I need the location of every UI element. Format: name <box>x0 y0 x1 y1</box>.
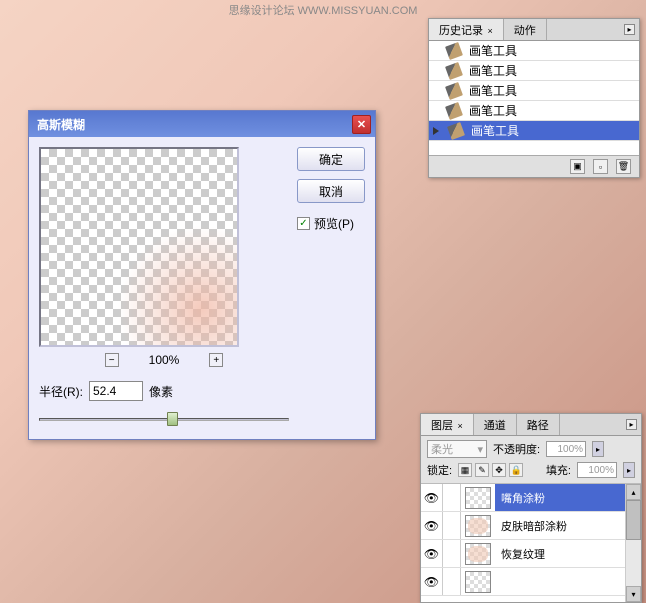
scroll-thumb[interactable] <box>626 500 641 540</box>
layer-name[interactable]: 嘴角涂粉 <box>495 484 641 511</box>
layers-panel: 图层 × 通道 路径 ▸ 柔光▾ 不透明度: ▸ 锁定: ▦ ✎ ✥ 🔒 填充:… <box>420 413 642 603</box>
gaussian-blur-dialog: 高斯模糊 ✕ − 100% + 半径(R): 像素 确定 取消 <box>28 110 376 440</box>
layers-tabs: 图层 × 通道 路径 ▸ <box>421 414 641 436</box>
cancel-button[interactable]: 取消 <box>297 179 365 203</box>
radius-slider[interactable] <box>39 411 289 429</box>
lock-image-icon[interactable]: ✎ <box>475 463 489 477</box>
tab-channels[interactable]: 通道 <box>474 414 517 435</box>
visibility-toggle[interactable]: 👁 <box>421 540 443 567</box>
slider-thumb[interactable] <box>167 412 178 426</box>
history-item[interactable]: 画笔工具 <box>429 41 639 61</box>
dialog-title: 高斯模糊 <box>37 116 85 133</box>
tab-paths[interactable]: 路径 <box>517 414 560 435</box>
lock-transparency-icon[interactable]: ▦ <box>458 463 472 477</box>
layer-thumbnail[interactable] <box>465 487 491 509</box>
layers-list: 👁 嘴角涂粉 👁 皮肤暗部涂粉 👁 恢复纹理 👁 <box>421 484 641 602</box>
link-column[interactable] <box>443 512 461 539</box>
layer-thumbnail[interactable] <box>465 571 491 593</box>
zoom-in-button[interactable]: + <box>209 353 223 367</box>
visibility-toggle[interactable]: 👁 <box>421 512 443 539</box>
brush-icon <box>445 82 463 100</box>
layers-options: 柔光▾ 不透明度: ▸ 锁定: ▦ ✎ ✥ 🔒 填充: ▸ <box>421 436 641 484</box>
snapshot-icon[interactable]: ▣ <box>570 159 585 174</box>
layer-item[interactable]: 👁 皮肤暗部涂粉 <box>421 512 641 540</box>
preview-checkbox-label: 预览(P) <box>314 215 354 232</box>
lock-position-icon[interactable]: ✥ <box>492 463 506 477</box>
layers-scrollbar[interactable]: ▴ ▾ <box>625 484 641 602</box>
layer-name[interactable] <box>495 568 641 595</box>
history-panel: 历史记录 × 动作 ▸ 画笔工具 画笔工具 画笔工具 画笔工具 画笔工具 ▣ ▫… <box>428 18 640 178</box>
preview-content <box>117 225 237 345</box>
panel-menu-button[interactable]: ▸ <box>624 24 635 35</box>
layer-name[interactable]: 恢复纹理 <box>495 540 641 567</box>
zoom-out-button[interactable]: − <box>105 353 119 367</box>
radius-input[interactable] <box>89 381 143 401</box>
zoom-level: 100% <box>149 353 180 367</box>
lock-label: 锁定: <box>427 462 452 478</box>
fill-input[interactable] <box>577 462 617 478</box>
history-list: 画笔工具 画笔工具 画笔工具 画笔工具 画笔工具 <box>429 41 639 155</box>
history-pointer-icon <box>433 127 439 135</box>
tab-actions[interactable]: 动作 <box>504 19 547 40</box>
slider-track <box>39 418 289 421</box>
history-item[interactable]: 画笔工具 <box>429 81 639 101</box>
layer-item[interactable]: 👁 嘴角涂粉 <box>421 484 641 512</box>
panel-menu-button[interactable]: ▸ <box>626 419 637 430</box>
brush-icon <box>445 62 463 80</box>
watermark-text: 思缘设计论坛 WWW.MISSYUAN.COM <box>229 2 418 18</box>
preview-checkbox[interactable]: ✓ <box>297 217 310 230</box>
lock-all-icon[interactable]: 🔒 <box>509 463 523 477</box>
link-column[interactable] <box>443 568 461 595</box>
preview-canvas[interactable] <box>39 147 239 347</box>
opacity-label: 不透明度: <box>493 441 540 457</box>
fill-arrow[interactable]: ▸ <box>623 462 635 478</box>
layer-item[interactable]: 👁 恢复纹理 <box>421 540 641 568</box>
new-state-icon[interactable]: ▫ <box>593 159 608 174</box>
visibility-toggle[interactable]: 👁 <box>421 484 443 511</box>
dialog-titlebar[interactable]: 高斯模糊 ✕ <box>29 111 375 137</box>
layer-name[interactable]: 皮肤暗部涂粉 <box>495 512 641 539</box>
dialog-body: − 100% + 半径(R): 像素 确定 取消 ✓ 预览(P) <box>29 137 375 439</box>
radius-label: 半径(R): <box>39 383 83 400</box>
trash-icon[interactable]: 🗑 <box>616 159 631 174</box>
link-column[interactable] <box>443 540 461 567</box>
opacity-arrow[interactable]: ▸ <box>592 441 604 457</box>
close-button[interactable]: ✕ <box>352 115 371 134</box>
history-tabs: 历史记录 × 动作 ▸ <box>429 19 639 41</box>
brush-icon <box>447 122 465 140</box>
brush-icon <box>445 102 463 120</box>
history-item[interactable]: 画笔工具 <box>429 61 639 81</box>
history-item[interactable]: 画笔工具 <box>429 121 639 141</box>
tab-layers[interactable]: 图层 × <box>421 414 474 435</box>
blend-mode-select[interactable]: 柔光▾ <box>427 440 487 458</box>
ok-button[interactable]: 确定 <box>297 147 365 171</box>
layer-thumbnail[interactable] <box>465 543 491 565</box>
scroll-down-button[interactable]: ▾ <box>626 586 641 602</box>
scroll-up-button[interactable]: ▴ <box>626 484 641 500</box>
layer-item[interactable]: 👁 <box>421 568 641 596</box>
layer-thumbnail[interactable] <box>465 515 491 537</box>
link-column[interactable] <box>443 484 461 511</box>
brush-icon <box>445 42 463 60</box>
scroll-track[interactable] <box>626 540 641 586</box>
visibility-toggle[interactable]: 👁 <box>421 568 443 595</box>
history-footer: ▣ ▫ 🗑 <box>429 155 639 177</box>
tab-history[interactable]: 历史记录 × <box>429 19 504 40</box>
radius-unit: 像素 <box>149 383 173 400</box>
fill-label: 填充: <box>546 462 571 478</box>
history-item[interactable]: 画笔工具 <box>429 101 639 121</box>
opacity-input[interactable] <box>546 441 586 457</box>
